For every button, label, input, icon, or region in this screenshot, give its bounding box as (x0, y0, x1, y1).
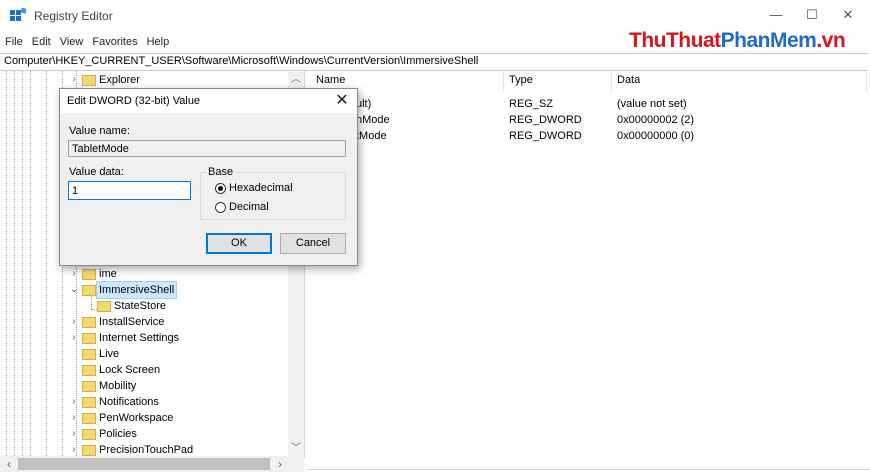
menu-edit[interactable]: Edit (27, 32, 55, 51)
column-separator[interactable] (611, 72, 612, 92)
folder-icon (82, 365, 96, 376)
column-separator[interactable] (866, 72, 867, 92)
menu-favorites[interactable]: Favorites (87, 32, 141, 51)
value-row-data: 0x00000000 (0) (617, 130, 695, 142)
minimize-button[interactable]: — (758, 4, 794, 26)
menu-help[interactable]: Help (142, 32, 174, 51)
collapse-chevron-icon[interactable]: ⌄ (69, 282, 79, 298)
values-list[interactable] (307, 71, 870, 472)
hexadecimal-radio[interactable] (215, 183, 226, 194)
decimal-radio[interactable] (215, 202, 226, 213)
value-row-data: (value not set) (617, 98, 687, 110)
folder-icon (82, 349, 96, 360)
tree-item-label: Live (99, 348, 120, 360)
tree-item-label: InstallService (99, 316, 165, 328)
tree-item[interactable]: ⌄ ImmersiveShell (0, 281, 288, 299)
chevron-down-icon[interactable]: ﹀ (288, 441, 304, 457)
folder-icon (82, 429, 96, 440)
tree-item-label: Notifications (99, 396, 159, 408)
tree-item[interactable]: › ime (0, 266, 288, 282)
expand-chevron-icon[interactable]: › (69, 266, 79, 282)
tree-item-label: Mobility (99, 380, 137, 392)
chevron-up-icon[interactable]: ︿ (288, 72, 304, 88)
menu-view[interactable]: View (55, 32, 88, 51)
tree-item[interactable]: StateStore (0, 298, 288, 314)
dialog-title: Edit DWORD (32-bit) Value (67, 95, 201, 107)
tree-item-label: ImmersiveShell (95, 281, 178, 299)
expand-chevron-icon[interactable]: › (69, 330, 79, 346)
folder-icon (82, 397, 96, 408)
folder-icon (82, 381, 96, 392)
folder-icon (97, 301, 111, 312)
column-type[interactable]: Type (509, 74, 533, 86)
window-title: Registry Editor (34, 9, 113, 23)
tree-item-label: PenWorkspace (99, 412, 174, 424)
expand-chevron-icon[interactable]: › (69, 314, 79, 330)
value-data-input[interactable]: 1 (68, 181, 191, 200)
expand-chevron-icon[interactable]: › (69, 394, 79, 410)
tree-item[interactable]: › Policies (0, 426, 288, 442)
base-label: Base (206, 166, 236, 178)
tree-item[interactable]: › Notifications (0, 394, 288, 410)
tree-item-label: Lock Screen (99, 364, 161, 376)
tree-item-label: StateStore (114, 300, 166, 312)
registry-editor-icon (10, 8, 26, 21)
value-row-name[interactable]: ult) (356, 98, 371, 110)
tree-item[interactable]: › PenWorkspace (0, 410, 288, 426)
tree-item-label: Internet Settings (99, 332, 180, 344)
folder-icon (82, 75, 96, 86)
value-row-type: REG_DWORD (509, 130, 582, 142)
chevron-left-icon[interactable]: ‹ (2, 456, 16, 472)
value-row-data: 0x00000002 (2) (617, 114, 695, 126)
address-path: Computer\HKEY_CURRENT_USER\Software\Micr… (4, 55, 479, 67)
tree-item[interactable]: Lock Screen (0, 362, 288, 378)
value-row-type: REG_DWORD (509, 114, 582, 126)
tree-item[interactable]: › Explorer (0, 72, 288, 88)
folder-icon (82, 317, 96, 328)
folder-icon (82, 285, 96, 296)
column-name[interactable]: Name (316, 74, 345, 86)
tree-item-label: Policies (99, 428, 137, 440)
expand-chevron-icon[interactable]: › (69, 410, 79, 426)
ok-button[interactable]: OK (206, 233, 272, 254)
folder-icon (82, 269, 96, 280)
value-name-label: Value name: (69, 125, 130, 137)
tree-item[interactable]: Live (0, 346, 288, 362)
title-bar[interactable] (0, 0, 870, 30)
tree-item[interactable]: › InstallService (0, 314, 288, 330)
horizontal-scroll-thumb[interactable] (18, 458, 270, 470)
pane-divider (307, 469, 870, 470)
value-row-name[interactable]: tMode (356, 130, 387, 142)
value-data-label: Value data: (69, 166, 124, 178)
value-row-type: REG_SZ (509, 98, 554, 110)
menu-bar: File Edit View Favorites Help (0, 32, 173, 52)
folder-icon (82, 445, 96, 456)
folder-icon (82, 413, 96, 424)
menu-file[interactable]: File (0, 32, 27, 51)
hexadecimal-label[interactable]: Hexadecimal (229, 182, 293, 194)
tree-item[interactable]: Mobility (0, 378, 288, 394)
tree-item[interactable]: › Internet Settings (0, 330, 288, 346)
dialog-close-button[interactable]: ✕ (332, 91, 352, 111)
tree-item-label: ime (99, 268, 117, 280)
value-row-name[interactable]: nMode (356, 114, 390, 126)
column-separator[interactable] (503, 72, 504, 92)
close-button[interactable]: ✕ (830, 4, 866, 26)
value-name-field: TabletMode (68, 140, 346, 157)
folder-icon (82, 333, 96, 344)
column-data[interactable]: Data (617, 74, 640, 86)
expand-chevron-icon[interactable]: › (69, 72, 79, 88)
tree-item-label: Explorer (99, 74, 140, 86)
decimal-label[interactable]: Decimal (229, 201, 269, 213)
expand-chevron-icon[interactable]: › (69, 426, 79, 442)
cancel-button[interactable]: Cancel (280, 233, 346, 254)
watermark-logo: ThuThuatPhanMem.vn (629, 29, 846, 52)
maximize-button[interactable]: ☐ (794, 4, 830, 26)
chevron-right-icon[interactable]: › (273, 456, 287, 472)
